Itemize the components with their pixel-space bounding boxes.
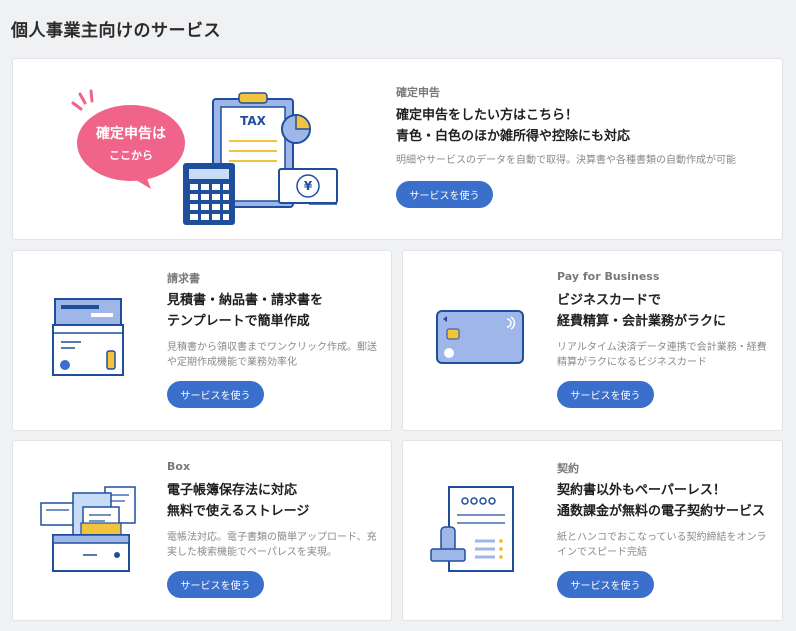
page-title: 個人事業主向けのサービス bbox=[11, 21, 221, 41]
storage-box-illustration bbox=[40, 486, 136, 572]
contract-stamp-illustration bbox=[430, 486, 514, 572]
description-line: 紙とハンコでおこなっている契約締結をオンラ bbox=[557, 532, 767, 543]
card-headline: ビジネスカードで 経費精算・会計業務がラクに bbox=[557, 290, 777, 332]
card-contract: 契約 契約書以外もペーパーレス！ 通数課金が無料の電子契約サービス 紙とハンコで… bbox=[402, 440, 783, 621]
card-headline: 電子帳簿保存法に対応 無料で使えるストレージ bbox=[167, 480, 387, 522]
use-service-button[interactable]: サービスを使う bbox=[167, 571, 264, 598]
card-description: 電帳法対応。電子書類の簡単アップロード、充 実した検索機能でペーパレスを実現。 bbox=[167, 530, 379, 560]
headline-line: 経費精算・会計業務がラクに bbox=[557, 314, 727, 329]
card-description: 明細やサービスのデータを自動で取得。決算書や各種書類の自動作成が可能 bbox=[396, 155, 736, 166]
card-headline: 見積書・納品書・請求書を テンプレートで簡単作成 bbox=[167, 290, 387, 332]
headline-line: 無料で使えるストレージ bbox=[167, 504, 310, 519]
card-description: リアルタイム決済データ連携で会計業務・経費 精算がラクになるビジネスカード bbox=[557, 340, 769, 370]
headline-line: テンプレートで簡単作成 bbox=[167, 314, 310, 329]
headline-line: 契約書以外もペーパーレス！ bbox=[557, 483, 726, 498]
tax-label: TAX bbox=[240, 114, 267, 128]
card-category: 請求書 bbox=[167, 272, 200, 285]
card-tax-return: 確定申告は ここから TAX ¥ 確定申告 確定申告をしたい方はこちら！ 青色・… bbox=[12, 58, 783, 240]
use-service-button[interactable]: サービスを使う bbox=[396, 181, 493, 208]
card-invoice: 請求書 見積書・納品書・請求書を テンプレートで簡単作成 見積書から領収書までワ… bbox=[12, 250, 392, 431]
description-line: 電帳法対応。電子書類の簡単アップロード、充 bbox=[167, 532, 377, 543]
description-line: 見積書から領収書までワンクリック作成。郵送 bbox=[167, 342, 377, 353]
invoice-illustration bbox=[52, 298, 124, 376]
card-headline: 確定申告をしたい方はこちら！ 青色・白色のほか雑所得や控除にも対応 bbox=[396, 105, 776, 147]
headline-line: 青色・白色のほか雑所得や控除にも対応 bbox=[396, 129, 631, 144]
description-line: リアルタイム決済データ連携で会計業務・経費 bbox=[557, 342, 767, 353]
business-card-illustration bbox=[436, 310, 524, 364]
headline-line: 見積書・納品書・請求書を bbox=[167, 293, 324, 308]
card-headline: 契約書以外もペーパーレス！ 通数課金が無料の電子契約サービス bbox=[557, 480, 777, 522]
card-category: 確定申告 bbox=[396, 86, 440, 99]
card-category: Pay for Business bbox=[557, 270, 660, 283]
headline-line: 確定申告をしたい方はこちら！ bbox=[396, 108, 579, 123]
use-service-button[interactable]: サービスを使う bbox=[167, 381, 264, 408]
description-line: 精算がラクになるビジネスカード bbox=[557, 357, 707, 368]
use-service-button[interactable]: サービスを使う bbox=[557, 381, 654, 408]
headline-line: 通数課金が無料の電子契約サービス bbox=[557, 504, 766, 519]
bubble-line1: 確定申告は bbox=[96, 125, 166, 142]
tax-return-illustration: 確定申告は ここから TAX ¥ bbox=[71, 89, 338, 225]
card-category: Box bbox=[167, 460, 191, 473]
headline-line: 電子帳簿保存法に対応 bbox=[167, 483, 298, 498]
card-pay-for-business: Pay for Business ビジネスカードで 経費精算・会計業務がラクに … bbox=[402, 250, 783, 431]
use-service-button[interactable]: サービスを使う bbox=[557, 571, 654, 598]
card-category: 契約 bbox=[557, 462, 579, 475]
bubble-line2: ここから bbox=[109, 149, 153, 162]
card-description: 見積書から領収書までワンクリック作成。郵送 や定期作成機能で業務効率化 bbox=[167, 340, 379, 370]
description-line: や定期作成機能で業務効率化 bbox=[167, 357, 297, 368]
headline-line: ビジネスカードで bbox=[557, 293, 662, 308]
description-line: インでスピード完結 bbox=[557, 547, 647, 558]
yen-symbol: ¥ bbox=[304, 179, 313, 193]
description-line: 実した検索機能でペーパレスを実現。 bbox=[167, 547, 337, 558]
card-box: Box 電子帳簿保存法に対応 無料で使えるストレージ 電帳法対応。電子書類の簡単… bbox=[12, 440, 392, 621]
card-description: 紙とハンコでおこなっている契約締結をオンラ インでスピード完結 bbox=[557, 530, 769, 560]
